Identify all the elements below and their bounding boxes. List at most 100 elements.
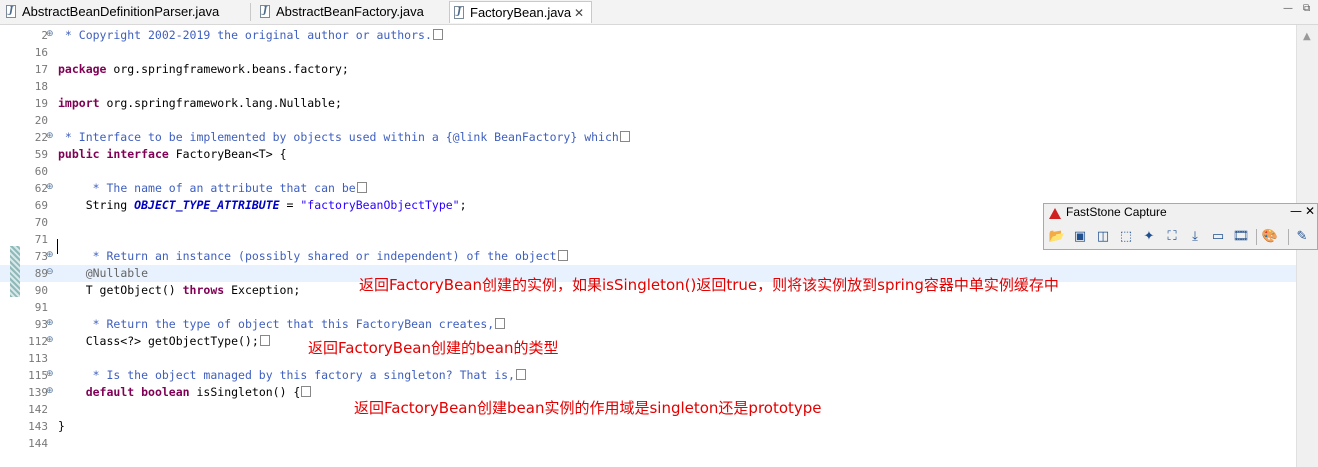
capture-fixed-region-icon[interactable]: ▭	[1209, 228, 1227, 245]
code-line[interactable]: 19 import org.springframework.lang.Nullab…	[0, 95, 1296, 112]
expand-fold-icon[interactable]: ⊕	[46, 336, 55, 345]
code-line[interactable]: 113	[0, 350, 1296, 367]
line-number: 113	[28, 352, 48, 365]
line-number: 60	[34, 165, 48, 178]
open-folder-icon[interactable]: 📂	[1048, 228, 1066, 245]
collapse-fold-icon[interactable]: ⊖	[46, 268, 55, 277]
expand-fold-icon[interactable]: ⊕	[46, 30, 55, 39]
code-line[interactable]: 17 package org.springframework.beans.fact…	[0, 61, 1296, 78]
tab-label: FactoryBean.java	[470, 5, 572, 20]
line-number: 18	[34, 80, 48, 93]
tab-abstract-bean-factory[interactable]: J AbstractBeanFactory.java	[256, 1, 436, 23]
tab-separator	[250, 3, 251, 21]
line-number: 139	[28, 386, 48, 399]
code-line[interactable]: 73 ⊕ * Return an instance (possibly share…	[0, 248, 1296, 265]
toolbar-separator	[1256, 229, 1257, 245]
code-text: @Nullable	[85, 266, 149, 280]
code-line[interactable]: 112 ⊕ Class<?> getObjectType();	[0, 333, 1296, 350]
code-text: Class<?> getObjectType();	[58, 333, 270, 350]
tab-label: AbstractBeanFactory.java	[276, 4, 424, 19]
line-number: 22	[34, 131, 48, 144]
code-line[interactable]: 144	[0, 435, 1296, 452]
expand-fold-icon[interactable]: ⊕	[46, 387, 55, 396]
line-number: 115	[28, 369, 48, 382]
scroll-up-icon[interactable]: ▲	[1303, 31, 1311, 42]
code-line[interactable]: 62 ⊕ * The name of an attribute that can …	[0, 180, 1296, 197]
capture-rectangle-icon[interactable]: ⬚	[1117, 228, 1135, 245]
expand-fold-icon[interactable]: ⊕	[46, 319, 55, 328]
capture-freehand-icon[interactable]: ✦	[1140, 228, 1158, 245]
line-number: 17	[34, 63, 48, 76]
capture-object-icon[interactable]: ◫	[1094, 228, 1112, 245]
code-text: public interface FactoryBean<T> {	[58, 147, 287, 161]
capture-scrolling-icon[interactable]: ⤓	[1186, 228, 1204, 245]
code-text: String OBJECT_TYPE_ATTRIBUTE = "factoryB…	[58, 198, 467, 212]
text-cursor	[57, 239, 58, 254]
note-get-object: 返回FactoryBean创建的实例，如果isSingleton()返回true…	[359, 276, 1059, 294]
faststone-toolbar: 📂 ▣ ◫ ⬚ ✦ ⛶ ⤓ ▭ 🎞 🎨 ✎	[1046, 226, 1316, 248]
line-number: 2	[41, 29, 48, 42]
line-number: 19	[34, 97, 48, 110]
code-line[interactable]: 16	[0, 44, 1296, 61]
faststone-title: FastStone Capture	[1066, 205, 1167, 219]
change-marker	[10, 246, 20, 297]
tab-abstract-bean-definition-parser[interactable]: J AbstractBeanDefinitionParser.java	[2, 1, 242, 23]
line-number: 144	[28, 437, 48, 450]
line-number: 62	[34, 182, 48, 195]
code-text: * Return the type of object that this Fa…	[58, 316, 506, 333]
java-file-icon: J	[6, 5, 16, 18]
line-number: 69	[34, 199, 48, 212]
code-line[interactable]: 59 public interface FactoryBean<T> {	[0, 146, 1296, 163]
line-number: 112	[28, 335, 48, 348]
code-line[interactable]: 143}	[0, 418, 1296, 435]
code-text: * Return an instance (possibly shared or…	[58, 248, 568, 265]
code-text: * Is the object managed by this factory …	[58, 367, 526, 384]
capture-window-icon[interactable]: ▣	[1071, 228, 1089, 245]
code-text: * Interface to be implemented by objects…	[58, 129, 630, 146]
code-line[interactable]: 115 ⊕ * Is the object managed by this fac…	[0, 367, 1296, 384]
settings-icon[interactable]: ✎	[1293, 228, 1311, 245]
code-line[interactable]: 22 ⊕ * Interface to be implemented by obj…	[0, 129, 1296, 146]
faststone-capture-window[interactable]: FastStone Capture — ✕ 📂 ▣ ◫ ⬚ ✦ ⛶ ⤓ ▭ 🎞 🎨 ✎	[1043, 203, 1318, 250]
code-line[interactable]: 60	[0, 163, 1296, 180]
code-text: package org.springframework.beans.factor…	[58, 62, 349, 76]
code-text: T getObject() throws Exception;	[58, 283, 301, 297]
code-text: * The name of an attribute that can be	[58, 180, 367, 197]
expand-fold-icon[interactable]: ⊕	[46, 370, 55, 379]
line-number: 93	[34, 318, 48, 331]
tab-label: AbstractBeanDefinitionParser.java	[22, 4, 220, 19]
java-file-icon: J	[454, 6, 464, 19]
capture-fullscreen-icon[interactable]: ⛶	[1163, 228, 1181, 245]
expand-fold-icon[interactable]: ⊕	[46, 251, 55, 260]
code-line[interactable]: 91	[0, 299, 1296, 316]
code-line[interactable]: 93 ⊕ * Return the type of object that thi…	[0, 316, 1296, 333]
java-file-icon: J	[260, 5, 270, 18]
tab-factory-bean[interactable]: J FactoryBean.java ✕	[449, 1, 592, 23]
code-line[interactable]: 20	[0, 112, 1296, 129]
code-line[interactable]: 2 ⊕ * Copyright 2002-2019 the original au…	[0, 27, 1296, 44]
line-number: 20	[34, 114, 48, 127]
faststone-logo-icon	[1049, 208, 1061, 219]
faststone-close-button[interactable]: ✕	[1305, 204, 1315, 218]
toolbar-separator	[1288, 229, 1289, 245]
code-text: }	[58, 419, 65, 433]
restore-editor-icon[interactable]: ⧉	[1303, 3, 1310, 14]
code-line[interactable]: 18	[0, 78, 1296, 95]
line-number: 91	[34, 301, 48, 314]
line-number: 16	[34, 46, 48, 59]
expand-fold-icon[interactable]: ⊕	[46, 183, 55, 192]
code-text: * Copyright 2002-2019 the original autho…	[58, 27, 443, 44]
expand-fold-icon[interactable]: ⊕	[46, 132, 55, 141]
screen-recorder-icon[interactable]: 🎞	[1232, 228, 1250, 245]
faststone-minimize-button[interactable]: —	[1290, 204, 1302, 218]
close-tab-icon[interactable]: ✕	[574, 2, 584, 24]
line-number: 142	[28, 403, 48, 416]
minimize-editor-icon[interactable]: —	[1283, 3, 1293, 14]
line-number: 143	[28, 420, 48, 433]
note-get-object-type: 返回FactoryBean创建的bean的类型	[308, 339, 559, 357]
code-text: import org.springframework.lang.Nullable…	[58, 96, 342, 110]
code-text: default boolean isSingleton() {	[58, 384, 312, 401]
editor-tab-bar: J AbstractBeanDefinitionParser.java J Ab…	[0, 0, 1318, 25]
note-is-singleton: 返回FactoryBean创建bean实例的作用域是singleton还是pro…	[354, 399, 822, 417]
output-options-icon[interactable]: 🎨	[1261, 228, 1279, 245]
